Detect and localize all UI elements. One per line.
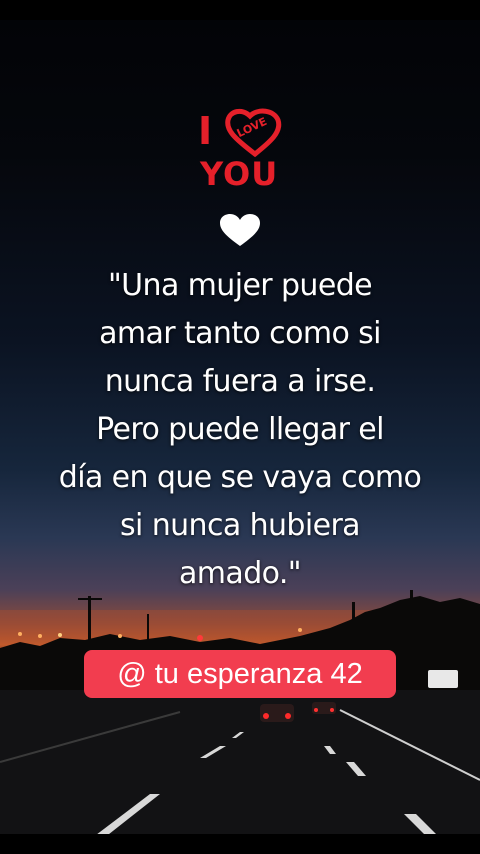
road-sign: [428, 670, 458, 688]
quote-line: amado.": [179, 556, 302, 591]
logo-you-text: YOU: [200, 155, 279, 193]
logo-letter-i: I: [198, 109, 213, 153]
quote-line: Pero puede llegar el: [96, 412, 384, 447]
bottom-bar: [0, 834, 480, 854]
quote-line: nunca fuera a irse.: [104, 364, 376, 399]
quote-text: "Una mujer puede amar tanto como si nunc…: [20, 262, 460, 598]
top-bar: [0, 0, 480, 20]
quote-line: día en que se vaya como: [58, 460, 422, 495]
i-love-you-logo: I LOVE YOU: [190, 108, 290, 198]
white-heart-icon: [220, 214, 260, 246]
quote-line: si nunca hubiera: [120, 508, 361, 543]
video-frame: I LOVE YOU "Una mujer puede amar tanto c…: [0, 0, 480, 854]
road: [0, 690, 480, 840]
username-tag[interactable]: @ tu esperanza 42: [84, 650, 396, 698]
quote-line: amar tanto como si: [99, 316, 381, 351]
quote-line: "Una mujer puede: [107, 268, 373, 303]
